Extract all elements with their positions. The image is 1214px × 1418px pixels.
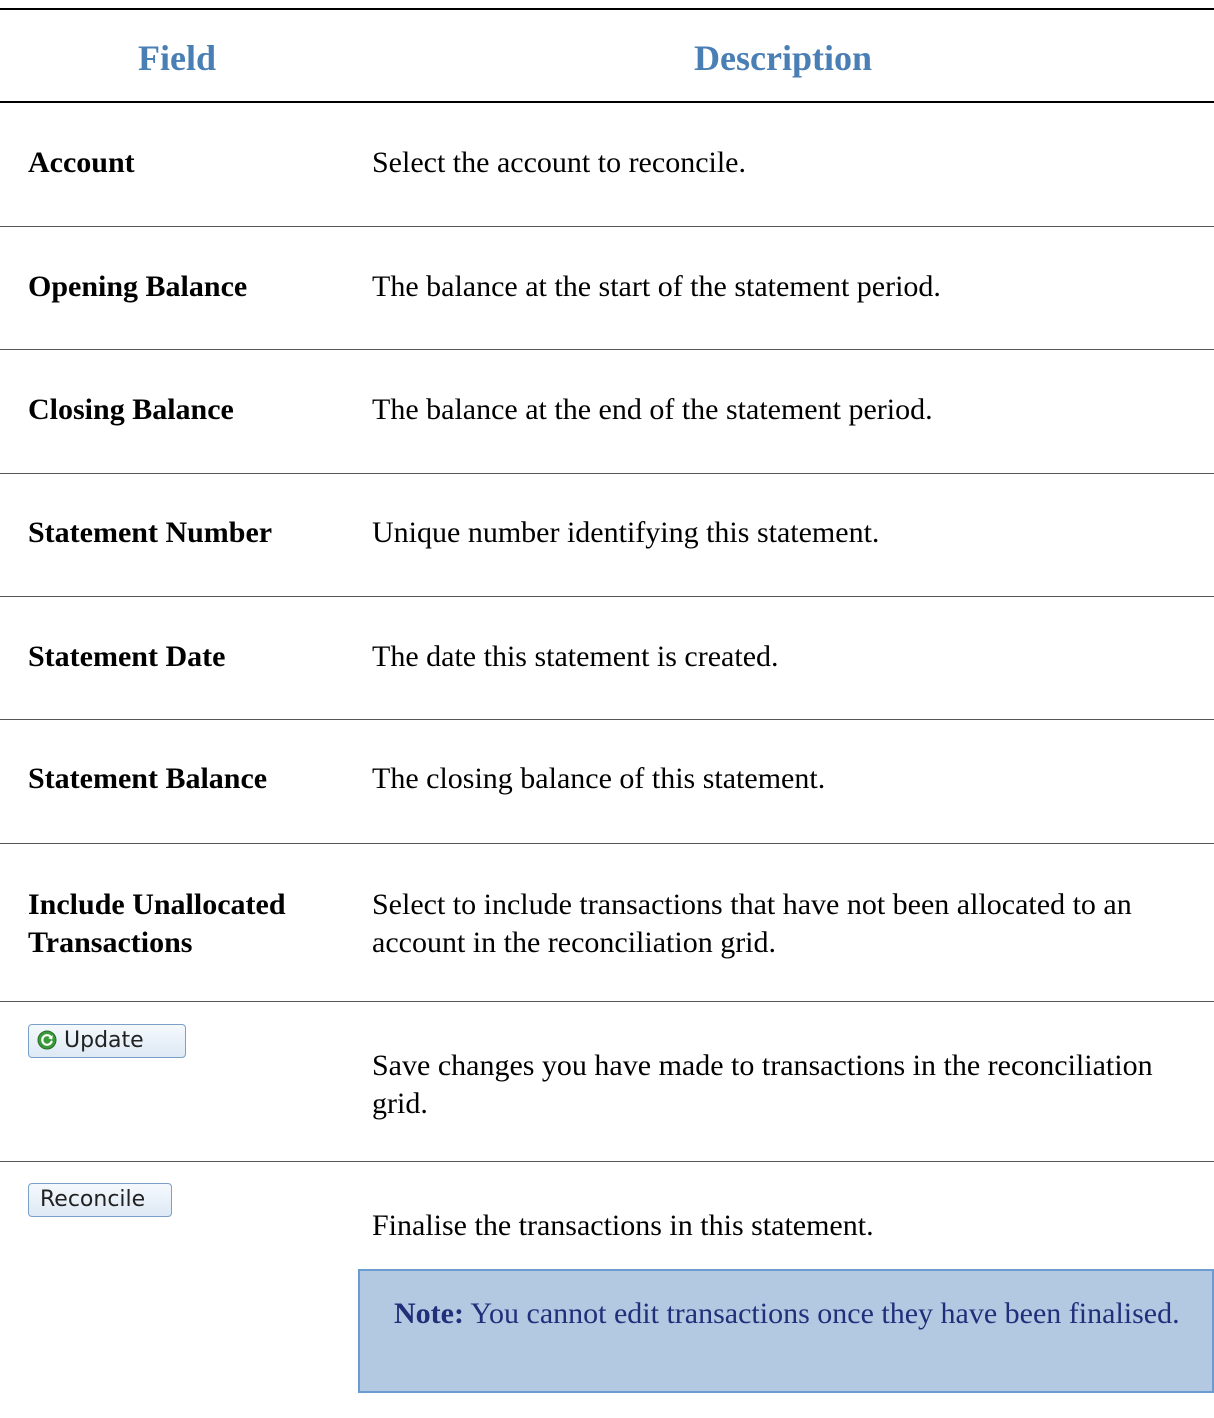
- reconcile-button-label: Reconcile: [40, 1186, 146, 1212]
- description-reconcile: Finalise the transactions in this statem…: [372, 1209, 874, 1242]
- note-box: Note: You cannot edit transactions once …: [358, 1269, 1214, 1393]
- update-button-label: Update: [64, 1027, 144, 1053]
- description-opening-balance: The balance at the start of the statemen…: [372, 270, 941, 303]
- header-bottom-rule: [0, 101, 1214, 103]
- row-divider: [0, 226, 1214, 227]
- description-statement-balance: The closing balance of this statement.: [372, 762, 826, 795]
- description-update: Save changes you have made to transactio…: [372, 1049, 1153, 1120]
- note-label: Note:: [394, 1297, 464, 1330]
- field-statement-balance: Statement Balance: [28, 762, 268, 795]
- row-divider: [0, 596, 1214, 597]
- column-header-field: Field: [138, 38, 216, 78]
- field-closing-balance: Closing Balance: [28, 393, 234, 426]
- refresh-icon: [37, 1030, 57, 1050]
- description-include-unallocated-transactions: Select to include transactions that have…: [372, 888, 1132, 959]
- row-divider: [0, 843, 1214, 844]
- update-button[interactable]: Update: [28, 1024, 186, 1058]
- description-closing-balance: The balance at the end of the statement …: [372, 393, 933, 426]
- description-account: Select the account to reconcile.: [372, 146, 746, 179]
- description-statement-date: The date this statement is created.: [372, 640, 779, 673]
- field-include-unallocated-transactions: Include Unallocated Transactions: [28, 888, 286, 959]
- note-text: You cannot edit transactions once they h…: [470, 1297, 1180, 1330]
- row-divider: [0, 473, 1214, 474]
- table-top-rule: [0, 8, 1214, 10]
- row-divider: [0, 1161, 1214, 1162]
- field-account: Account: [28, 146, 135, 179]
- row-divider: [0, 719, 1214, 720]
- row-divider: [0, 1001, 1214, 1002]
- field-statement-date: Statement Date: [28, 640, 226, 673]
- reconcile-button[interactable]: Reconcile: [28, 1183, 172, 1217]
- column-header-description: Description: [694, 38, 872, 78]
- field-statement-number: Statement Number: [28, 516, 273, 549]
- description-statement-number: Unique number identifying this statement…: [372, 516, 880, 549]
- field-opening-balance: Opening Balance: [28, 270, 248, 303]
- row-divider: [0, 349, 1214, 350]
